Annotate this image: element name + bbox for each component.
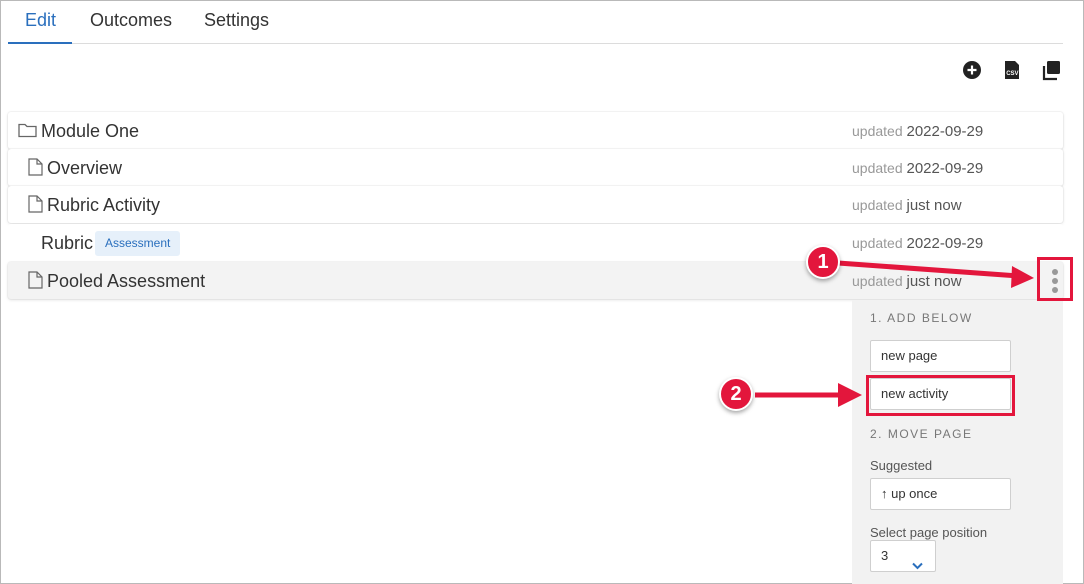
callout-two: 2 — [719, 377, 753, 411]
callout-arrows — [755, 260, 1034, 407]
callout-one: 1 — [806, 245, 840, 279]
